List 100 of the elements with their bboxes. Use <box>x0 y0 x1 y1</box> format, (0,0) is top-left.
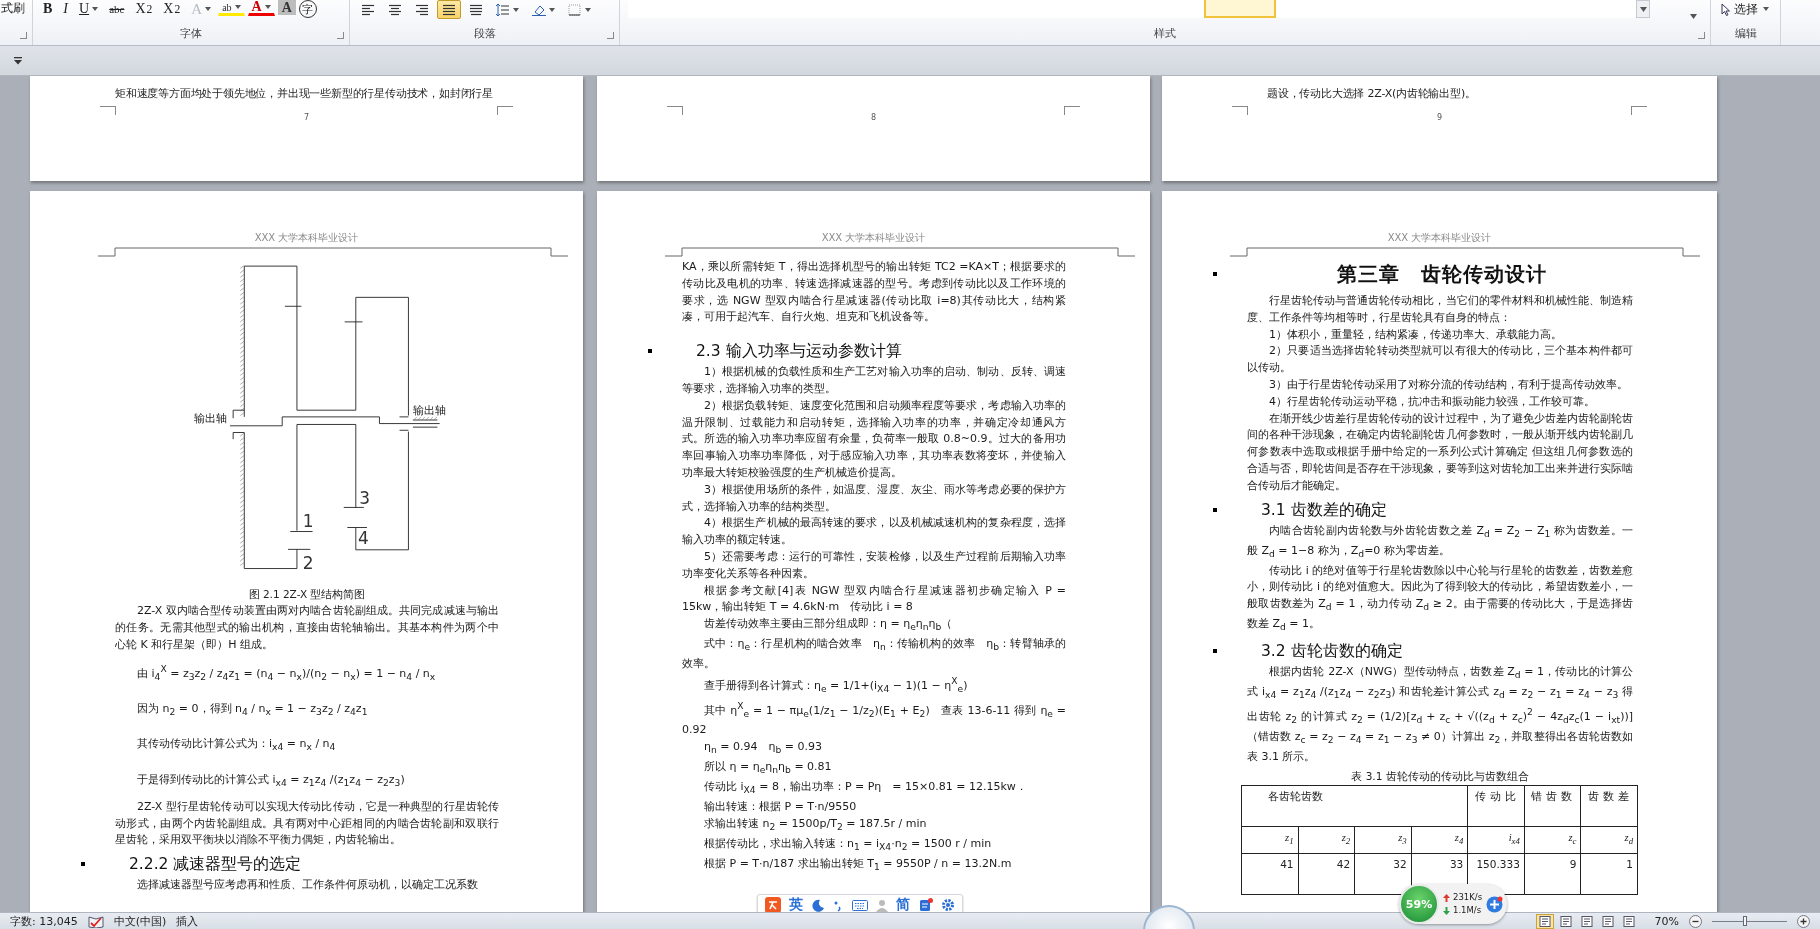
caret-icon <box>92 7 99 11</box>
table-header-cell: z$_{3}$ <box>1354 827 1412 854</box>
page-header: XXX 大学本科毕业设计 <box>1386 231 1493 245</box>
paragraph: 求输出转速 n$_{2}$ = 1500p/T$_{2}$ = 187.5r / min <box>703 815 928 834</box>
quick-access-menu-icon[interactable] <box>13 56 23 65</box>
caret-icon <box>234 5 241 9</box>
paragraph: 2Z-X 双内啮合型传动装置由两对内啮合齿轮副组成。共同完成减速与输出的任务。无需其他型式的输出机构，直接由齿轮轴输出。其基本构件为两个中心轮 K 和行星架（即）H 组成。 <box>115 603 499 653</box>
paragraph: η$_{n}$ = 0.94 η$_{b}$ = 0.93 <box>703 739 823 758</box>
table-cell: 42 <box>1298 853 1355 895</box>
language-indicator[interactable]: 中文(中国) <box>113 913 167 929</box>
table-header-cell: 错齿数 <box>1524 786 1581 827</box>
font-format-button[interactable]: abc <box>105 0 129 18</box>
list-bullet-icon <box>1213 272 1217 276</box>
paragraph: 根据内齿轮 2Z-X（NWG）型传动特点，齿数差 Z$_{d}$ = 1，传动比的计算公式 i$_{x4}$ = z$_{1}$z$_{4}$ /(z$_{1}$z$_{4}$ − z$_{2}$z$_{3}$) 和齿轮差计算公式 z$_{d}$ = z$_{2}$ − z$_{1}$ = z$_{4}$ − z$_{3}$ 得出齿轮 z$_{2}$ 的计算式 z$_{2}$ = (1/2)[z$_{d}$ + z$_{c}$ + √((z$_{d}$ + z$_{c}$)$^{2}$ − 4z$_{d}$z$_{c}$(1 − i$_{xt}$))]（错齿数 z$_{c}$ = z$_{2}$ − z$_{4}$ = z$_{1}$ − z$_{3}$ ≠ 0）计算出 z$_{2}$，并取整得出各齿轮齿数如表 3.1 所示。 <box>1247 664 1633 765</box>
table-header-cell: i$_{x4}$ <box>1467 827 1525 854</box>
notes-icon[interactable] <box>918 898 933 912</box>
font-format-button[interactable]: U <box>75 0 103 18</box>
caret-icon[interactable] <box>1690 14 1697 19</box>
paragraph: 2Z-X 型行星齿轮传动可以实现大传动比传动，它是一种典型的行星齿轮传动形式，由两个内齿轮副组成。具有两对中心距相同的内啮合齿轮副和双联行星齿轮，采用双平衡块以消除不平衡力偶矩，内齿轮输出。 <box>115 798 499 849</box>
proofing-book-icon[interactable] <box>87 914 104 928</box>
dialog-launcher-icon[interactable] <box>337 32 344 39</box>
download-speed: 1.1M/s <box>1453 905 1482 916</box>
paragraph: 1）体积小，重量轻，结构紧凑，传递功率大、承载能力高。 <box>1268 326 1563 343</box>
paragraph: 4）根据生产机械的最高转速的要求，以及机械减速机构的复杂程度，选择输入功率的额定转速。 <box>682 515 1066 549</box>
caret-icon <box>1763 7 1769 11</box>
list-bullet-icon <box>1213 649 1217 654</box>
keyboard-icon[interactable] <box>851 899 868 911</box>
list-bullet-icon <box>1213 507 1217 512</box>
page-view-icon <box>1559 915 1572 927</box>
view-mode-button[interactable] <box>1535 913 1554 929</box>
paragraph: 2）只要适当选择齿轮转动类型就可以有很大的传动比，三个基本构件都可以传动。 <box>1247 343 1633 377</box>
formula: 其传动传动比计算公式为：i$_{x4}$ = n$_{x}$ / n$_{4}$ <box>136 736 337 755</box>
gear-train-drawing: 输出轴 输出轴 1 2 3 4 <box>183 263 451 573</box>
paragraph: 题设，传动比大选择 2Z-X(内齿轮输出型)。 <box>1267 86 1477 102</box>
dialog-launcher-icon[interactable] <box>607 32 614 39</box>
plus-icon[interactable] <box>1486 895 1504 913</box>
font-format-button[interactable]: A <box>247 0 275 16</box>
chapter-title: 第三章 齿轮传动设计 <box>1337 261 1547 287</box>
font-format-button[interactable]: I <box>59 0 72 18</box>
download-arrow-icon <box>1443 906 1450 915</box>
table-header-cell: 齿数差 <box>1580 786 1638 827</box>
page-view-icon <box>1538 915 1551 927</box>
section-heading: 2.2.2 减速器型号的选定 <box>129 854 302 876</box>
select-button[interactable]: 选择 <box>1717 0 1773 18</box>
paragraph: 在渐开线少齿差行星齿轮传动的设计过程中，为了避免少齿差内齿轮副轮齿间的各种干涉现象，在确定内齿轮副轮齿几何参数时，一般从渐开线内齿轮副几何参数表中选取或根据手册中给定的一系列公式计算确定 但这组几何参数选的合适与否，即轮齿间是否存在干涉现象，要等到这对齿轮加工出来并进行实际啮合传动后才能确定。 <box>1247 410 1633 494</box>
caret-icon <box>513 7 519 12</box>
caret-icon <box>264 5 271 9</box>
border-grid-icon <box>568 3 582 16</box>
formula: 因为 n$_{2}$ = 0，得到 n$_{4}$ / n$_{x}$ = 1 − z$_{3}$z$_{2}$ / z$_{4}$z$_{1}$ <box>136 701 369 720</box>
zoom-in-icon[interactable] <box>1797 914 1810 928</box>
logo-icon[interactable] <box>765 897 781 912</box>
font-format-button[interactable]: A <box>277 0 296 15</box>
font-format-button[interactable]: B <box>39 0 57 18</box>
format-painter-label[interactable]: 式刷 <box>1 0 25 16</box>
paragraph: 式中：η$_{e}$：行星机构的啮合效率 η$_{n}$：传输机构的效率 η$_{b}$：转臂轴承的效率。 <box>682 636 1066 673</box>
paragraph: 3）根据使用场所的条件，如温度、湿度、灰尘、雨水等考虑必要的保护方式，选择输入功率的结构类型。 <box>682 481 1066 515</box>
distribute-icon <box>469 3 483 16</box>
page-header: XXX 大学本科毕业设计 <box>253 231 360 245</box>
page-number: 7 <box>302 112 311 122</box>
paragraph: 输出转速：根据 P = T·n/9550 <box>703 798 858 815</box>
slider-thumb[interactable] <box>1743 915 1747 926</box>
page-header: XXX 大学本科毕业设计 <box>820 231 927 245</box>
font-format-button[interactable]: ab <box>218 0 245 16</box>
gallery-scroll-button[interactable] <box>1636 0 1650 18</box>
line-spacing-icon <box>496 3 510 16</box>
paragraph: 传动比 i 的绝对值等于行星轮齿数除以中心轮与行星轮的齿数差，齿数差愈小，则传动比 i 的绝对值愈大。因此为了得到较大的传动比，希望齿数差小，一般取齿数差为 Z$_{d}$ = 1，动力传动 Z$_{d}$ ≥ 2。由于需要的传动比大，于是选择齿数差 Z$_{d}$ = 1。 <box>1247 562 1633 635</box>
zoom-percent[interactable]: 70% <box>1654 914 1679 928</box>
paragraph: 行星齿轮传动与普通齿轮传动相比，当它们的零件材料和机械性能、制造精度、工作条件等均相等时，行星齿轮具有自身的特点： <box>1247 293 1633 326</box>
align-left-icon <box>361 3 375 16</box>
usage-percent: 59% <box>1405 897 1433 911</box>
table-header-cell: z$_{4}$ <box>1411 827 1468 854</box>
align-right-icon <box>415 3 429 16</box>
settings-icon[interactable] <box>941 898 955 912</box>
language-toggle[interactable]: 英 <box>789 896 804 912</box>
dialog-launcher-icon[interactable] <box>20 32 27 39</box>
page-view-icon <box>1601 915 1614 927</box>
moon-icon[interactable] <box>811 898 825 912</box>
table-header-cell: z$_{c}$ <box>1524 827 1581 854</box>
group-label: 样式 <box>1154 26 1176 41</box>
page-number: 9 <box>1435 112 1444 122</box>
page-view-icon <box>1622 915 1635 927</box>
align-center-icon <box>388 3 402 16</box>
paragraph-format-button[interactable] <box>437 0 461 19</box>
group-label: 段落 <box>473 26 496 41</box>
insert-mode-indicator[interactable]: 插入 <box>176 913 199 929</box>
script-toggle[interactable]: 简 <box>896 896 911 912</box>
section-heading: 3.1 齿数差的确定 <box>1261 499 1387 521</box>
zoom-out-icon[interactable] <box>1689 914 1702 928</box>
formula: 于是得到传动比的计算公式 i$_{x4}$ = z$_{1}$z$_{4}$ /(z$_{1}$z$_{4}$ − z$_{2}$z$_{3}$) <box>136 771 406 790</box>
paragraph: 齿差传动效率主要由三部分组成即：η = η$_{e}$η$_{n}$η$_{b}$（ <box>703 616 954 635</box>
table-header-cell: z$_{1}$ <box>1241 827 1299 854</box>
caption: 图 2.1 2Z-X 型结构简图 <box>247 587 367 602</box>
paragraph: 根据 P = T·n/187 求出输出转矩 T$_{1}$ = 9550P / n = 13.2N.m <box>703 855 1013 874</box>
word-count[interactable]: 字数: 13,045 <box>10 913 78 929</box>
table-cell: 41 <box>1241 853 1299 895</box>
paragraph: KA，乘以所需转矩 T，得出选择机型号的输出转矩 TC2 =KA×T；根据要求的传动比及电机的功率、转速选择减速器的型号。考虑到传动比以及工作环境的要求，选 NGW 型双内啮合行星减速器(传动比取 i=8)其传动比大，结构紧凑，可用于起汽车、自行火炮、坦克和飞机设备等。 <box>682 259 1066 326</box>
paragraph: 4）行星齿轮传动运动平稳，抗冲击和振动能力较强，工作较可靠。 <box>1268 393 1596 410</box>
paragraph: 查手册得到各计算式：η$_{e}$ = 1/1+(i$_{X4}$ − 1)(1 − η$^{X}$$_{e}$) <box>703 673 969 696</box>
caption: 表 3.1 齿轮传动的传动比与齿数组合 <box>1350 769 1530 785</box>
dialog-launcher-icon[interactable] <box>1698 32 1705 39</box>
